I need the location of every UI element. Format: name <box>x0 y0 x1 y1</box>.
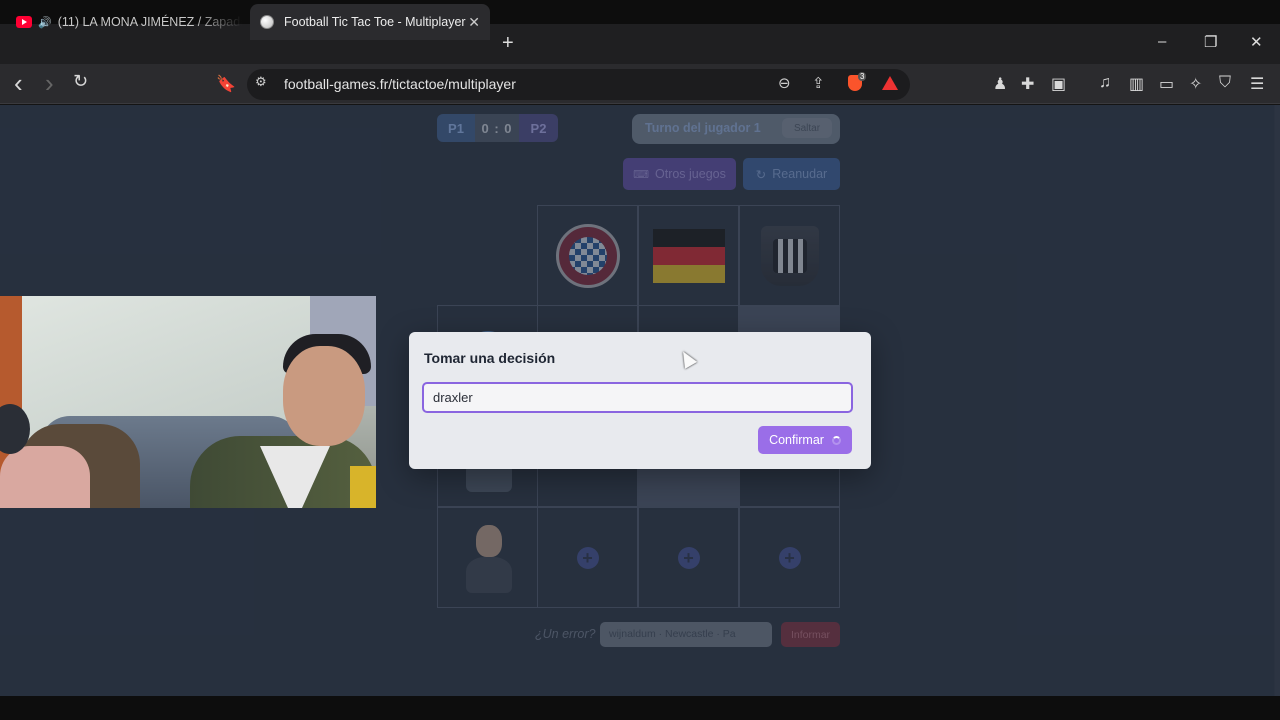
url-text[interactable]: football-games.fr/tictactoe/multiplayer <box>284 76 516 92</box>
decision-modal: Tomar una decisión Confirmar <box>409 332 871 469</box>
leo-ai-icon[interactable]: ✧ <box>1189 74 1202 94</box>
confirm-label: Confirmar <box>769 433 824 447</box>
player-name-input[interactable] <box>422 382 853 413</box>
close-window-button[interactable]: ✕ <box>1250 33 1263 51</box>
tab-title: Football Tic Tac Toe - Multiplayer <box>284 15 466 29</box>
new-tab-button[interactable]: + <box>502 32 514 55</box>
speaker-icon[interactable]: 🔊 <box>38 16 52 29</box>
vpn-icon[interactable]: ⛉ <box>1219 74 1231 92</box>
restore-button[interactable]: ❐ <box>1204 33 1217 51</box>
webcam-overlay <box>0 296 376 508</box>
bottom-letterbox <box>0 696 1280 720</box>
football-icon <box>260 15 274 29</box>
bookmark-icon[interactable]: 🔖 <box>216 74 236 94</box>
share-icon[interactable]: ⇪ <box>812 74 825 92</box>
tab-title: (11) LA MONA JIMÉNEZ / Zapada <box>57 15 242 29</box>
music-icon[interactable]: ♫ <box>1099 74 1111 92</box>
screenshot-icon[interactable]: ▣ <box>1051 74 1066 94</box>
tab-football[interactable]: Football Tic Tac Toe - Multiplayer ✕ <box>250 4 490 40</box>
minimize-button[interactable]: – <box>1158 33 1166 50</box>
zoom-icon[interactable]: ⊖ <box>778 74 791 92</box>
extension-figure-icon[interactable]: ♟ <box>993 74 1007 94</box>
sidebar-icon[interactable]: ▥ <box>1129 74 1144 94</box>
reload-button[interactable]: ↻ <box>73 71 88 92</box>
forward-button[interactable]: › <box>45 68 54 99</box>
back-button[interactable]: ‹ <box>14 68 23 99</box>
brave-rewards-icon[interactable] <box>882 76 898 90</box>
wallet-icon[interactable]: ▭ <box>1159 74 1174 94</box>
tab-youtube[interactable]: 🔊 (11) LA MONA JIMÉNEZ / Zapada <box>6 4 242 40</box>
menu-icon[interactable]: ☰ <box>1250 74 1264 94</box>
site-settings-icon[interactable]: ⚙ <box>255 74 267 90</box>
youtube-icon <box>16 16 32 28</box>
extensions-icon[interactable]: ✚ <box>1021 74 1034 94</box>
loading-spinner-icon <box>831 435 841 445</box>
confirm-button[interactable]: Confirmar <box>758 426 852 454</box>
close-tab-icon[interactable]: ✕ <box>468 14 480 31</box>
modal-title: Tomar una decisión <box>424 350 556 366</box>
